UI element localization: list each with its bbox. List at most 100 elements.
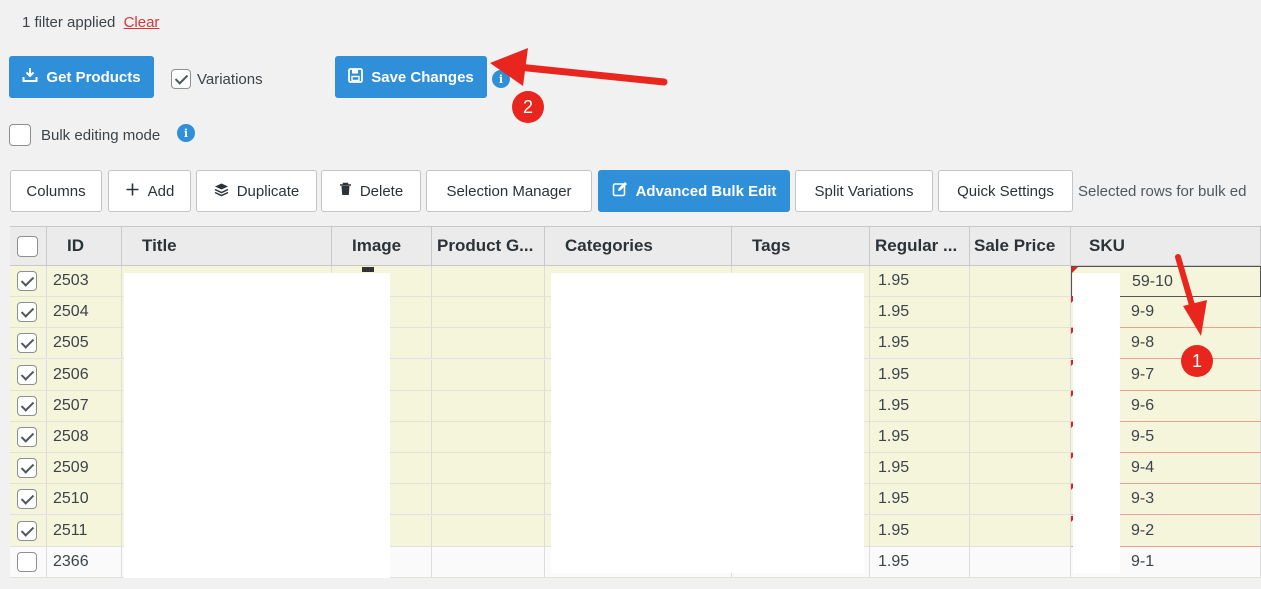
cell-regular-price[interactable]: 1.95 [870,297,970,329]
row-select[interactable] [10,484,47,516]
row-select[interactable] [10,359,47,391]
selection-manager-button[interactable]: Selection Manager [426,170,592,212]
duplicate-button[interactable]: Duplicate [196,170,317,212]
row-checkbox[interactable] [17,364,37,385]
row-select[interactable] [10,266,47,297]
filter-status-text: 1 filter applied [22,14,116,31]
row-checkbox[interactable] [17,427,37,447]
cell-product-gallery[interactable] [432,484,545,516]
cell-sale-price[interactable] [970,359,1071,391]
cell-product-gallery[interactable] [432,328,545,360]
select-all-checkbox[interactable] [17,235,38,257]
cell-sale-price[interactable] [970,546,1071,578]
cell-id[interactable]: 2507 [47,390,122,422]
header-id[interactable]: ID [47,226,122,266]
cell-id[interactable]: 2504 [47,297,122,329]
header-tags[interactable]: Tags [732,226,870,266]
cell-regular-price[interactable]: 1.95 [870,359,970,391]
cell-id[interactable]: 2506 [47,359,122,391]
cell-product-gallery[interactable] [432,359,545,391]
cell-product-gallery[interactable] [432,422,545,453]
row-select[interactable] [10,297,47,329]
cell-sale-price[interactable] [970,484,1071,516]
cell-product-gallery[interactable] [432,390,545,422]
redacted-categories-area [551,273,864,573]
cell-sale-price[interactable] [970,266,1071,297]
row-select[interactable] [10,453,47,485]
cell-product-gallery[interactable] [432,515,545,547]
cell-product-gallery[interactable] [432,453,545,485]
row-select[interactable] [10,390,47,422]
annotation-badge-2: 2 [512,91,544,123]
header-product-gallery[interactable]: Product G... [432,226,545,266]
split-variations-button[interactable]: Split Variations [795,170,933,212]
cell-regular-price[interactable]: 1.95 [870,484,970,516]
row-checkbox[interactable] [17,458,37,479]
header-image[interactable]: Image [332,226,432,266]
cell-id[interactable]: 2505 [47,328,122,360]
cell-id[interactable]: 2503 [47,266,122,297]
row-checkbox[interactable] [17,520,37,541]
bulk-editing-info-icon[interactable]: i [177,124,195,142]
cell-id[interactable]: 2510 [47,484,122,516]
header-sku[interactable]: SKU [1071,226,1261,266]
annotation-badge-1: 1 [1181,345,1213,377]
cell-sale-price[interactable] [970,390,1071,422]
cell-regular-price[interactable]: 1.95 [870,328,970,360]
cell-sale-price[interactable] [970,422,1071,453]
row-checkbox[interactable] [17,395,37,416]
variations-toggle[interactable]: Variations [171,69,263,89]
row-checkbox[interactable] [17,551,37,572]
cell-id[interactable]: 2366 [47,546,122,578]
row-checkbox[interactable] [17,489,37,510]
get-products-button[interactable]: Get Products [9,56,154,98]
download-tray-icon [22,67,38,87]
cell-sale-price[interactable] [970,328,1071,360]
header-select-all[interactable] [10,226,47,266]
row-select[interactable] [10,546,47,578]
variations-checkbox[interactable] [171,69,191,89]
clear-filter-link[interactable]: Clear [124,14,160,31]
cell-regular-price[interactable]: 1.95 [870,390,970,422]
cell-regular-price[interactable]: 1.95 [870,453,970,485]
cell-sale-price[interactable] [970,453,1071,485]
save-changes-button[interactable]: Save Changes [335,56,487,98]
cell-product-gallery[interactable] [432,266,545,297]
row-select[interactable] [10,515,47,547]
header-sale-price[interactable]: Sale Price [970,226,1071,266]
variations-label: Variations [197,70,263,88]
advanced-bulk-edit-button[interactable]: Advanced Bulk Edit [598,170,790,212]
arrow-to-save-changes [490,48,668,86]
row-select[interactable] [10,328,47,360]
delete-button[interactable]: Delete [321,170,421,212]
cell-sale-price[interactable] [970,515,1071,547]
cell-id[interactable]: 2509 [47,453,122,485]
cell-product-gallery[interactable] [432,546,545,578]
cell-sale-price[interactable] [970,297,1071,329]
cell-product-gallery[interactable] [432,297,545,329]
cell-regular-price[interactable]: 1.95 [870,422,970,453]
row-checkbox[interactable] [17,271,37,291]
header-regular-price[interactable]: Regular ... [870,226,970,266]
header-title[interactable]: Title [122,226,332,266]
cell-regular-price[interactable]: 1.95 [870,266,970,297]
cell-id[interactable]: 2508 [47,422,122,453]
cell-id[interactable]: 2511 [47,515,122,547]
row-checkbox[interactable] [17,333,37,354]
cell-regular-price[interactable]: 1.95 [870,515,970,547]
layers-icon [214,182,229,201]
bulk-editing-label: Bulk editing mode [41,126,161,144]
bulk-editing-toggle[interactable]: Bulk editing mode [9,124,160,146]
save-changes-info-icon[interactable]: i [492,70,510,88]
columns-button[interactable]: Columns [10,170,102,212]
add-button[interactable]: Add [108,170,191,212]
plus-icon [125,182,140,201]
bulk-editing-checkbox[interactable] [9,124,31,146]
row-select[interactable] [10,422,47,453]
image-thumbnail[interactable] [362,267,374,272]
quick-settings-label: Quick Settings [957,182,1054,200]
header-categories[interactable]: Categories [545,226,732,266]
quick-settings-button[interactable]: Quick Settings [938,170,1073,212]
row-checkbox[interactable] [17,302,37,323]
cell-regular-price[interactable]: 1.95 [870,546,970,578]
